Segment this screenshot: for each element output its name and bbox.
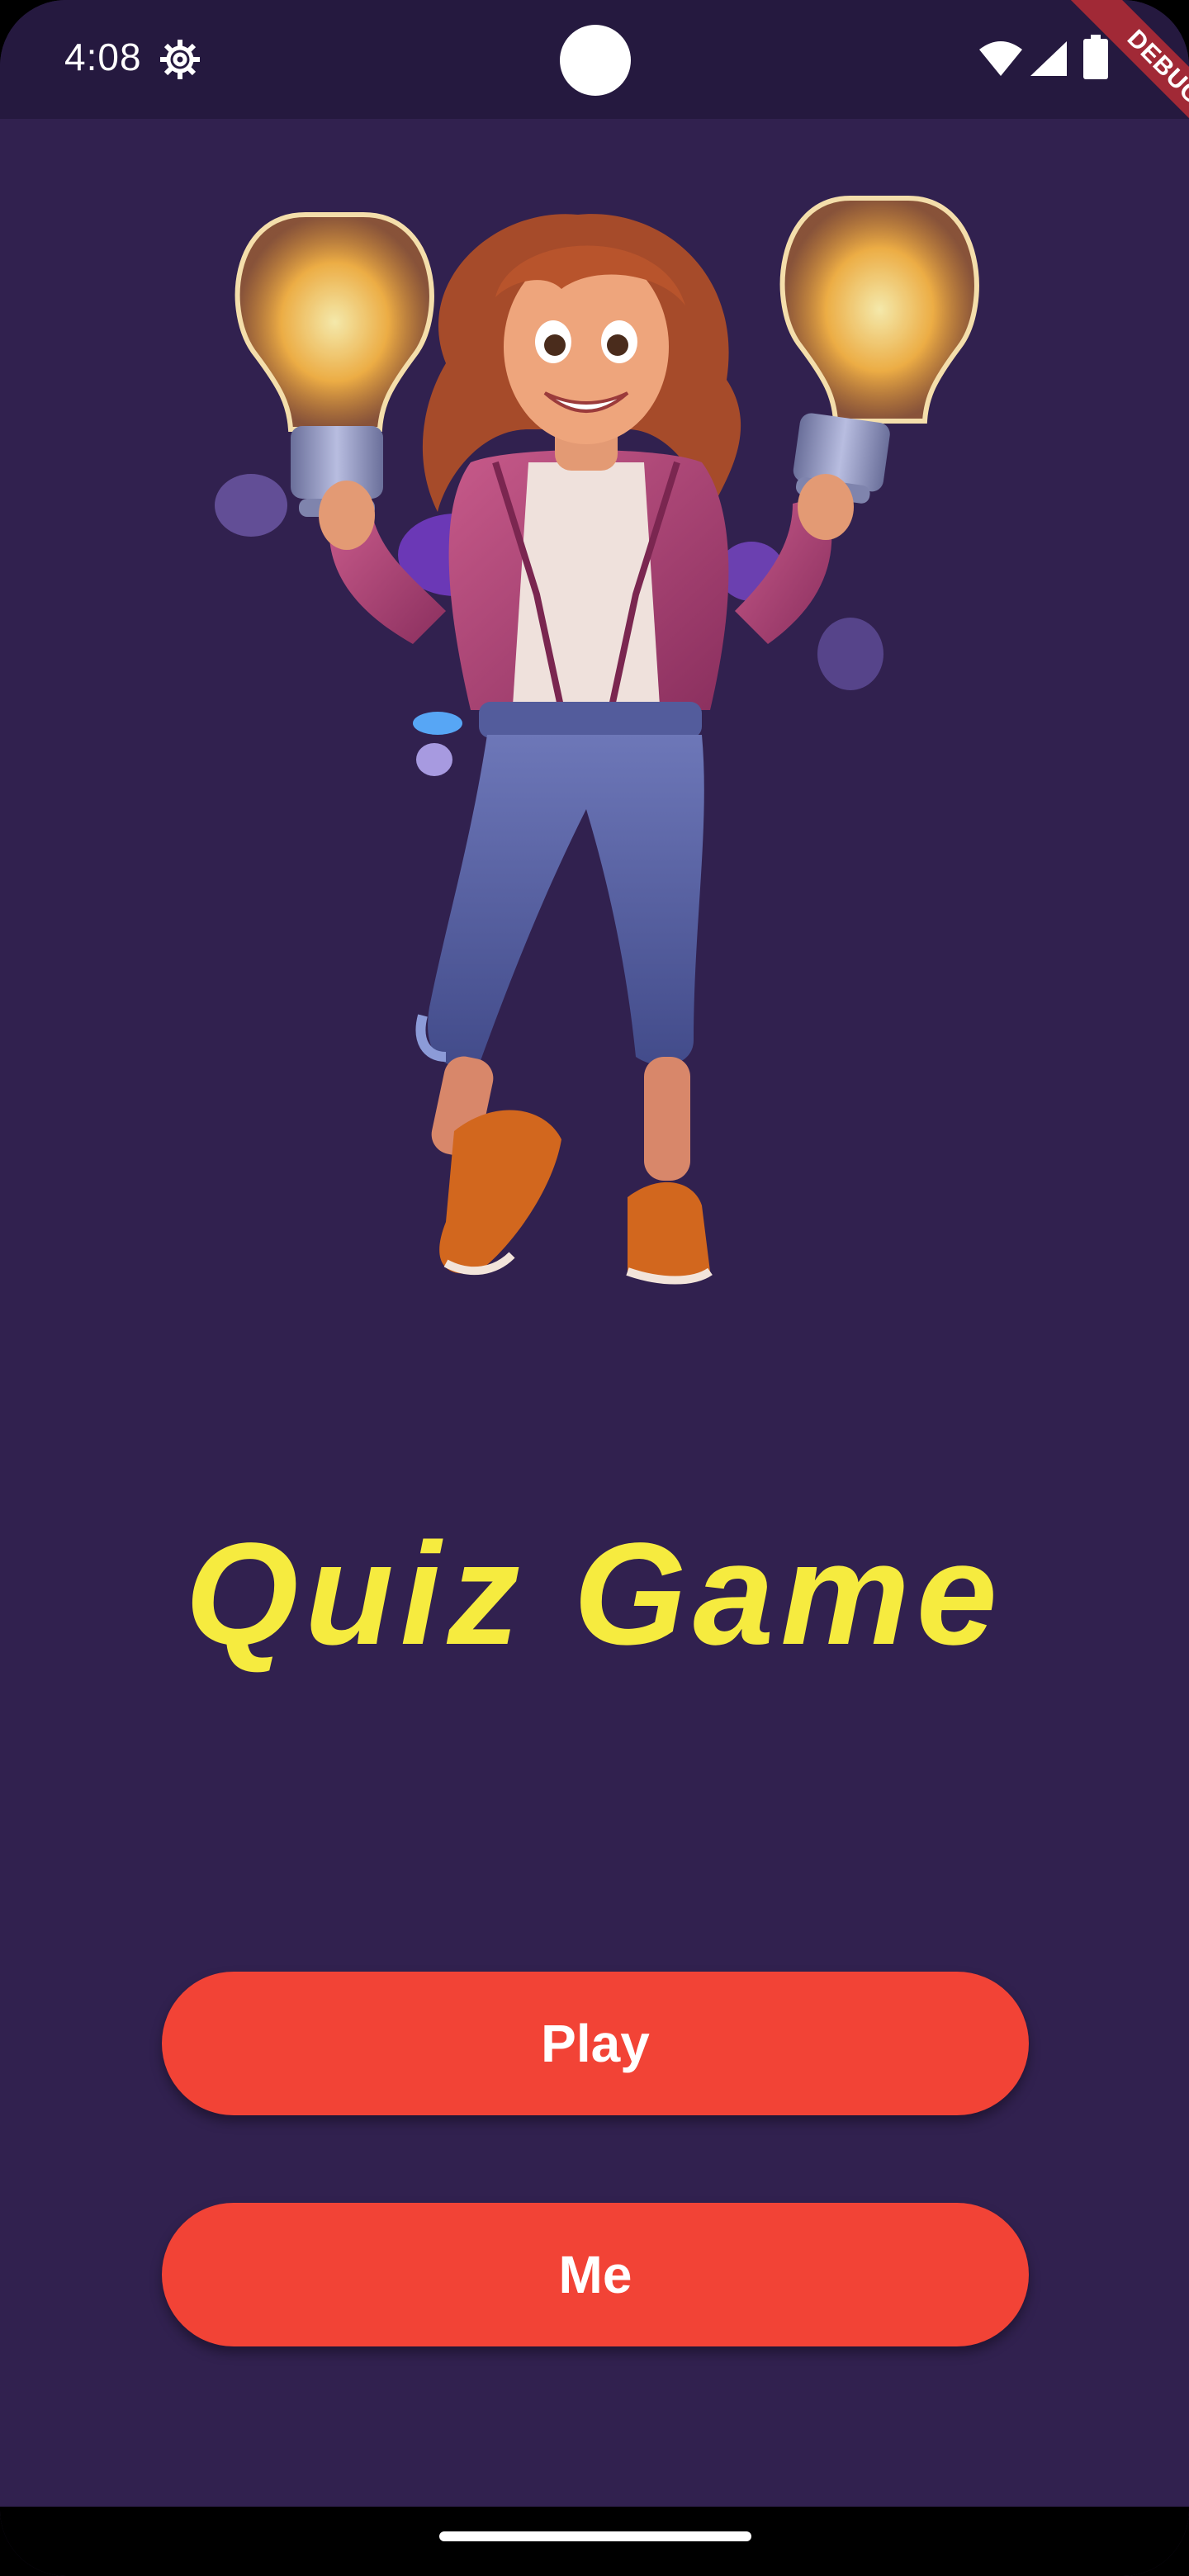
home-indicator[interactable] — [439, 2531, 751, 2541]
me-button[interactable]: Me — [162, 2203, 1029, 2346]
play-button[interactable]: Play — [162, 1972, 1029, 2115]
app-screen: 4:08 DEBUG Quiz Game Play Me — [0, 0, 1189, 2576]
status-time: 4:08 — [64, 36, 142, 78]
debug-banner: DEBUG — [1024, 0, 1189, 165]
wifi-icon — [979, 40, 1022, 78]
hero-illustration — [198, 182, 991, 1305]
navigation-bar — [0, 2507, 1189, 2576]
debug-label: DEBUG — [1063, 0, 1189, 165]
status-bar: 4:08 — [0, 0, 1189, 119]
camera-cutout — [560, 25, 631, 96]
app-title: Quiz Game — [185, 1513, 1004, 1675]
settings-icon — [159, 38, 201, 81]
